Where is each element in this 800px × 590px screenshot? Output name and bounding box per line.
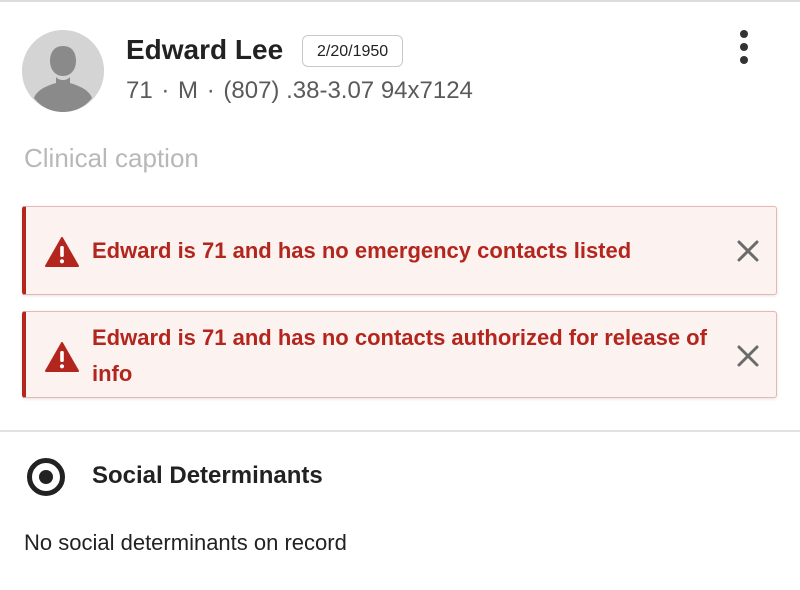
close-icon[interactable]: [736, 344, 760, 368]
target-icon: [27, 458, 65, 496]
close-icon[interactable]: [736, 239, 760, 263]
alert-banner: Edward is 71 and has no contacts authori…: [22, 311, 777, 398]
patient-sex: M: [178, 77, 199, 104]
separator: ·: [161, 77, 170, 104]
kebab-menu-icon: [740, 56, 748, 64]
warning-icon: [45, 237, 79, 267]
clinical-caption-field[interactable]: Clinical caption: [24, 142, 199, 174]
top-border: [0, 0, 800, 2]
separator: ·: [206, 77, 215, 104]
person-silhouette-icon: [22, 30, 104, 112]
patient-phone: (807) .38-3.07 94x7124: [223, 77, 473, 104]
more-options-button[interactable]: [733, 28, 757, 66]
kebab-menu-icon: [740, 43, 748, 51]
alert-message: Edward is 71 and has no contacts authori…: [92, 325, 707, 386]
patient-name: Edward Lee: [126, 34, 284, 65]
alert-message: Edward is 71 and has no emergency contac…: [92, 238, 632, 263]
patient-demographics: 71 · M · (807) .38-3.07 94x7124: [126, 76, 473, 106]
warning-icon: [45, 342, 79, 372]
section-title: Social Determinants: [92, 462, 323, 489]
patient-age: 71: [126, 77, 153, 104]
kebab-menu-icon: [740, 30, 748, 38]
section-divider: [0, 430, 800, 432]
alert-banner: Edward is 71 and has no emergency contac…: [22, 206, 777, 295]
dob-badge: 2/20/1950: [302, 35, 404, 67]
avatar: [22, 30, 104, 112]
empty-state-text: No social determinants on record: [24, 530, 347, 555]
